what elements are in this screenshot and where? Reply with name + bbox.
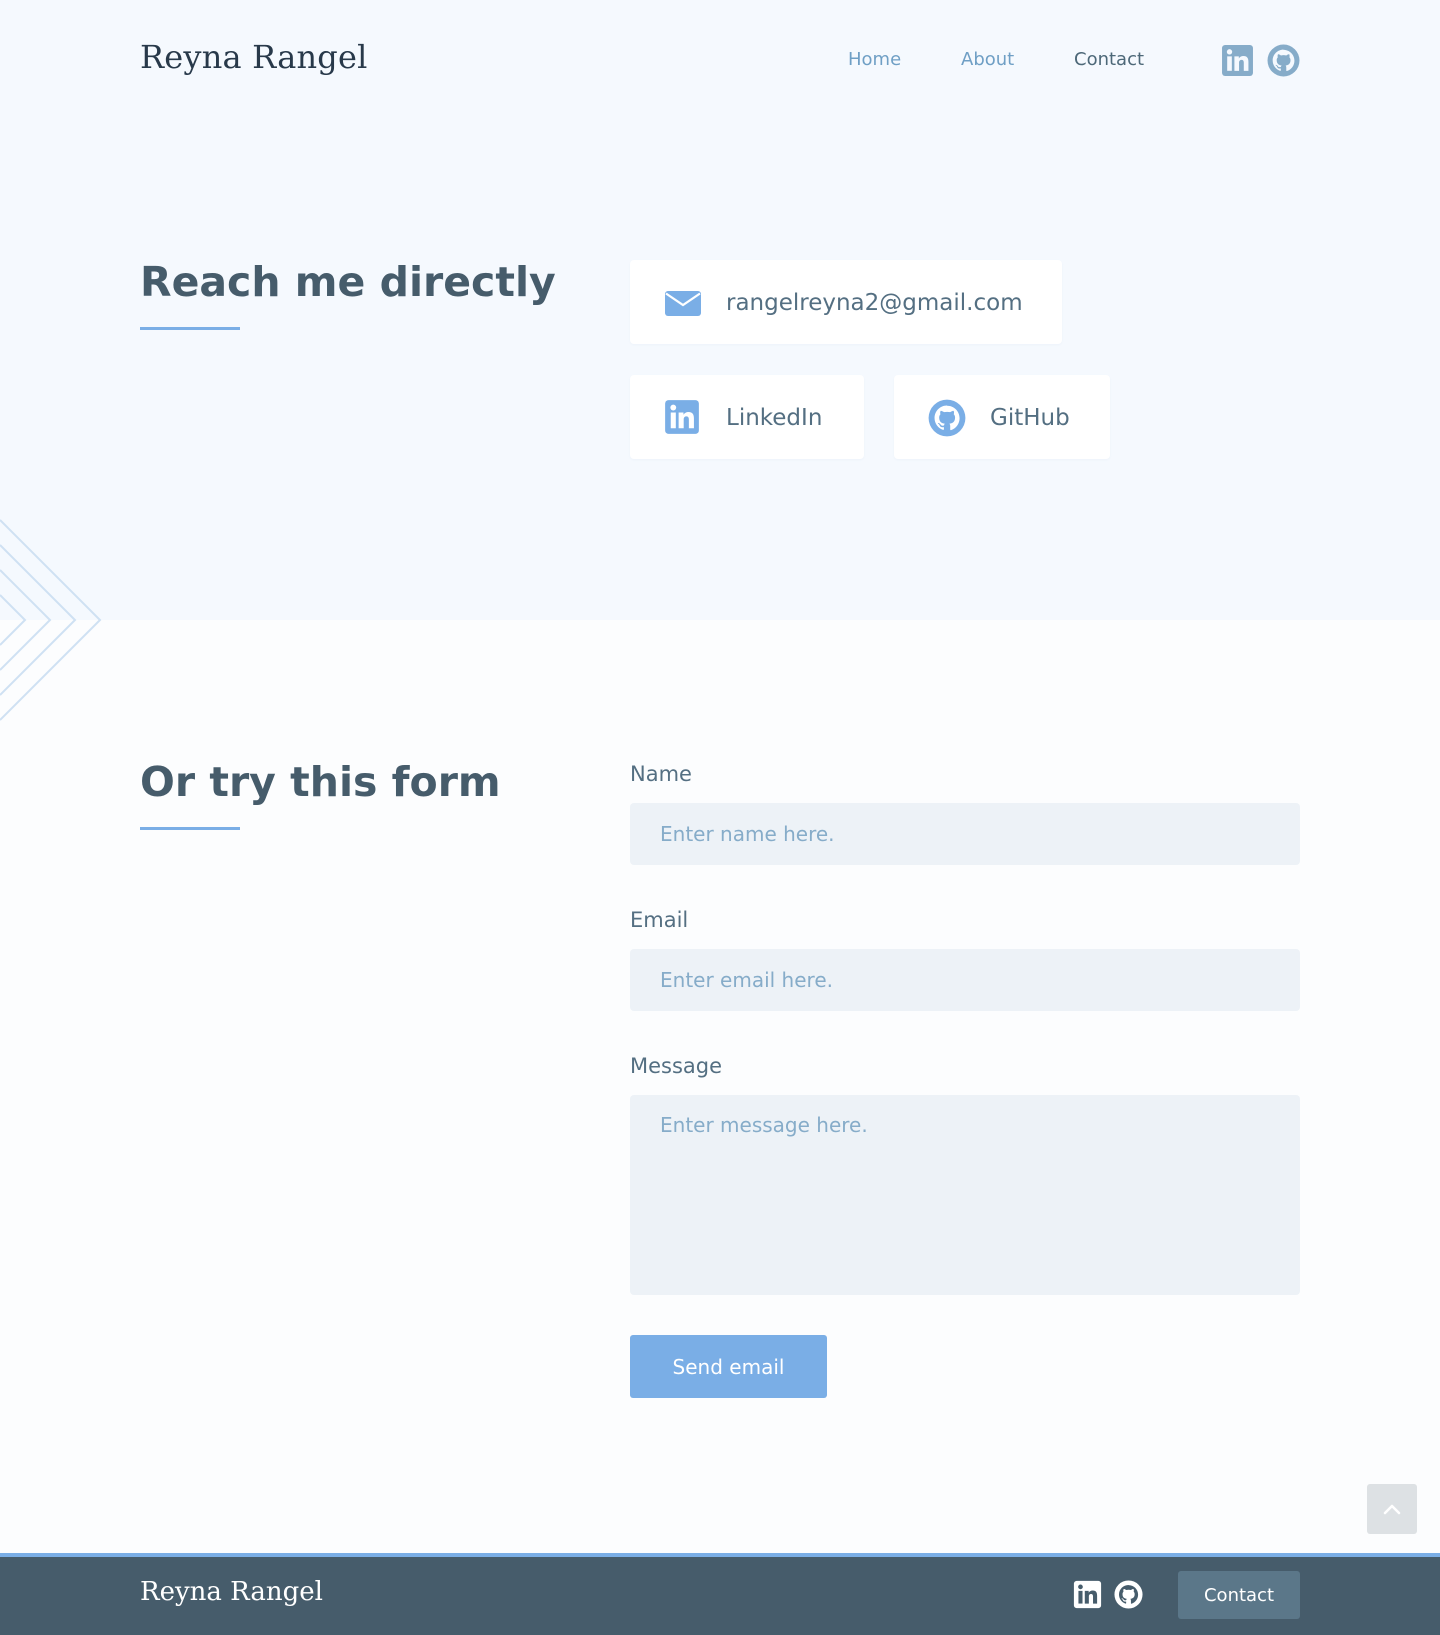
message-textarea[interactable] (630, 1095, 1300, 1295)
nav-about[interactable]: About (961, 49, 1014, 70)
top-section: Reyna Rangel Home About Contact Reach me… (0, 0, 1440, 620)
envelope-icon (664, 284, 702, 322)
github-icon[interactable] (1114, 1580, 1143, 1609)
send-email-button[interactable]: Send email (630, 1335, 827, 1398)
form-title: Or try this form (140, 758, 501, 806)
scroll-to-top-button[interactable] (1367, 1484, 1417, 1534)
linkedin-card[interactable]: LinkedIn (630, 375, 864, 459)
nav-home[interactable]: Home (848, 49, 901, 70)
github-icon (928, 399, 966, 437)
email-card-label: rangelreyna2@gmail.com (726, 290, 1023, 316)
name-label: Name (630, 762, 692, 786)
footer-contact-button[interactable]: Contact (1178, 1571, 1300, 1619)
form-title-underline (140, 827, 240, 830)
github-card[interactable]: GitHub (894, 375, 1110, 459)
linkedin-card-label: LinkedIn (726, 405, 823, 431)
email-label: Email (630, 908, 689, 932)
linkedin-icon[interactable] (1073, 1580, 1102, 1609)
chevron-up-icon (1383, 1504, 1401, 1515)
linkedin-icon (664, 399, 702, 437)
message-label: Message (630, 1054, 723, 1078)
nav-contact[interactable]: Contact (1074, 49, 1144, 70)
name-input[interactable] (630, 803, 1300, 865)
github-icon[interactable] (1267, 44, 1300, 77)
footer-brand[interactable]: Reyna Rangel (140, 1577, 323, 1607)
github-card-label: GitHub (990, 405, 1070, 431)
direct-title: Reach me directly (140, 258, 556, 306)
email-card[interactable]: rangelreyna2@gmail.com (630, 260, 1062, 344)
linkedin-icon[interactable] (1221, 44, 1254, 77)
footer: Reyna Rangel Contact (0, 1553, 1440, 1635)
decorative-chevrons (0, 519, 102, 721)
direct-title-underline (140, 327, 240, 330)
email-input[interactable] (630, 949, 1300, 1011)
